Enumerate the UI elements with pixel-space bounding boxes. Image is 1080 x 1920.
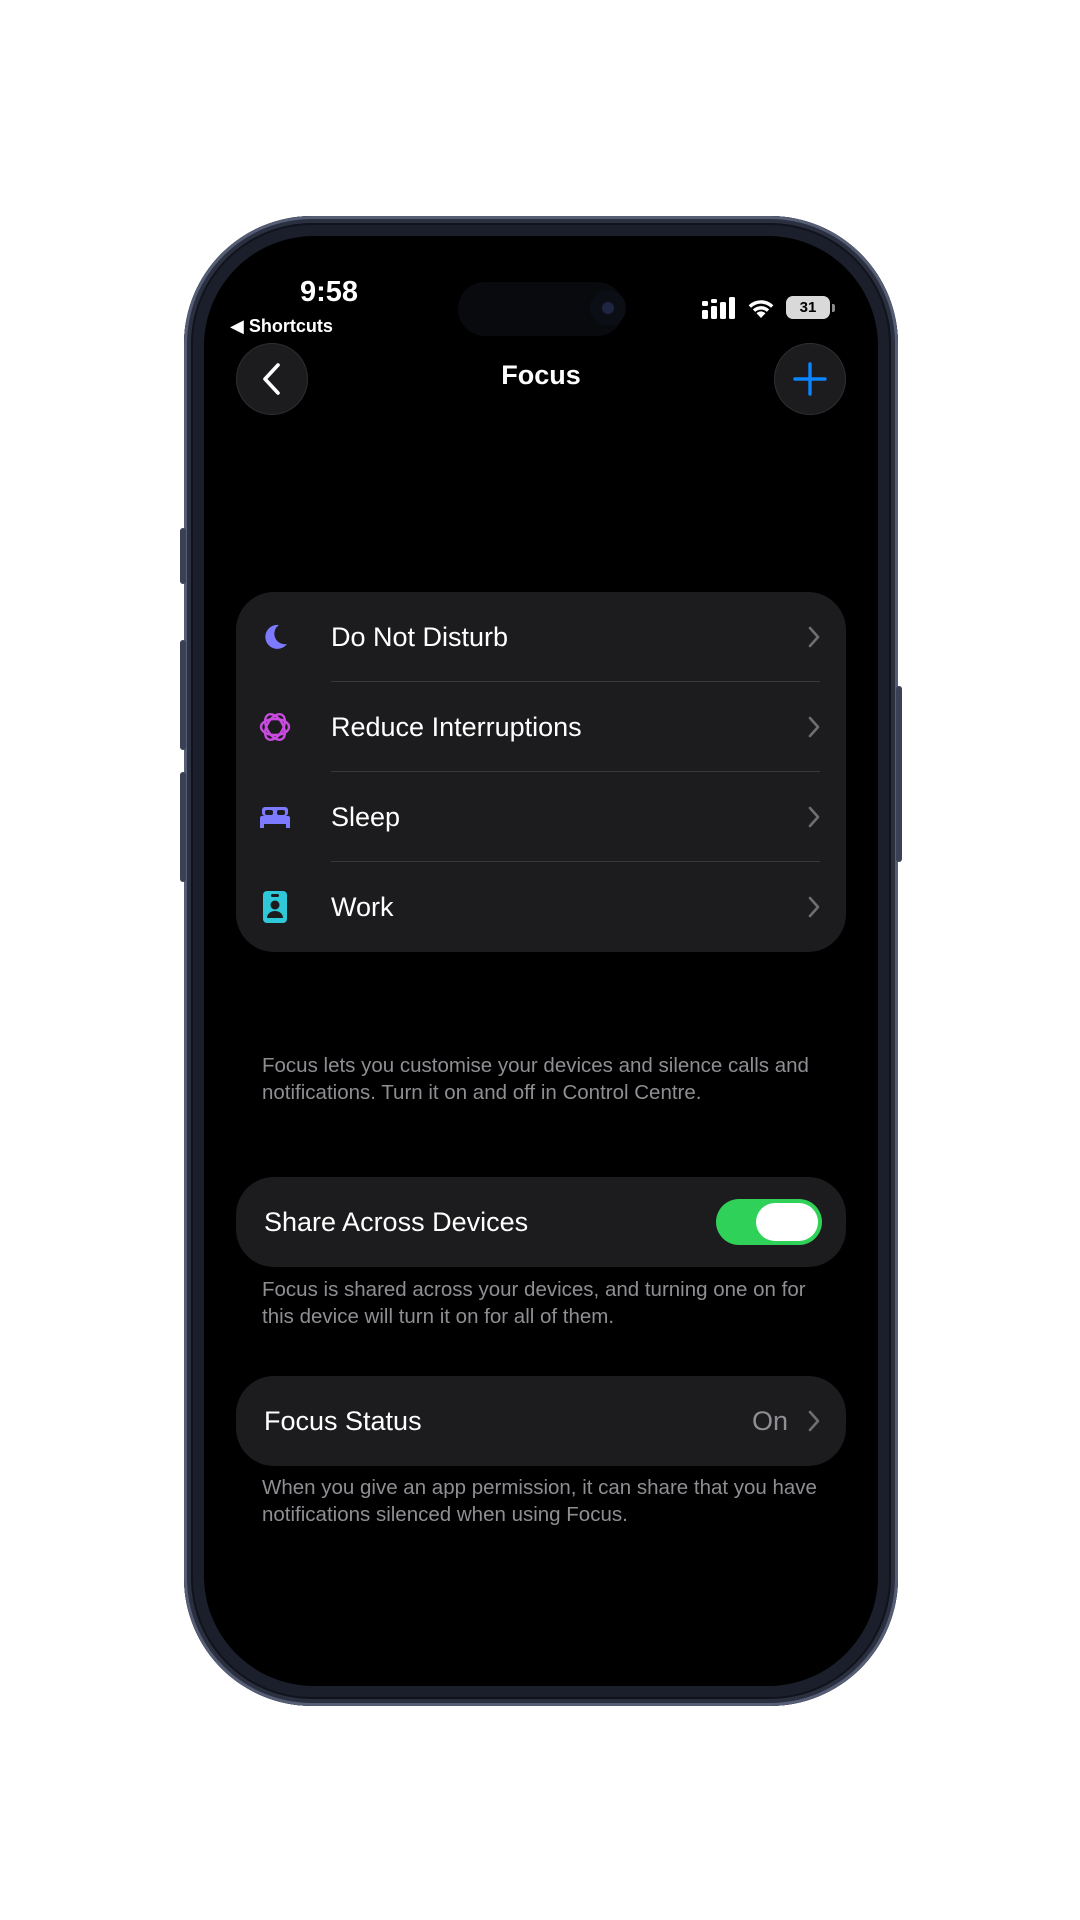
volume-down-button [180,772,186,882]
wifi-icon [748,299,774,318]
camera-icon [590,290,626,326]
volume-up-button [180,640,186,750]
toggle-knob [756,1203,818,1241]
list-item-label: Sleep [331,801,401,832]
battery-icon: 31 [786,296,835,319]
focus-status-value: On [751,1405,788,1436]
share-label: Share Across Devices [264,1206,529,1237]
status-icons: 31 [702,296,835,319]
chevron-right-icon [808,626,820,648]
moon-icon [258,620,292,654]
list-item-sleep[interactable]: Sleep [236,772,846,862]
bed-icon [258,800,292,834]
screen: 9:58 ◀ Shortcuts 31 Focus Do Not Disturb… [204,236,878,1686]
back-to-app-link[interactable]: ◀ Shortcuts [230,316,333,337]
share-across-devices-cell: Share Across Devices [236,1177,846,1267]
share-across-devices-toggle[interactable] [716,1199,822,1245]
share-footer-text: Focus is shared across your devices, and… [262,1278,806,1328]
focus-status-label: Focus Status [264,1405,422,1436]
action-button [180,528,186,584]
list-item-work[interactable]: Work [236,862,846,952]
list-item-label: Do Not Disturb [331,621,509,652]
focus-status-row[interactable]: Focus Status On [236,1376,846,1466]
chevron-right-icon [808,896,820,918]
focus-status-footer-text: When you give an app permission, it can … [262,1476,817,1526]
list-item-label: Reduce Interruptions [331,711,582,742]
focus-status-cell[interactable]: Focus Status On [236,1376,846,1466]
chevron-right-icon [808,716,820,738]
add-focus-button[interactable] [774,343,846,415]
list-item-label: Work [331,891,394,922]
chevron-right-icon [808,806,820,828]
focus-modes-list: Do Not Disturb Reduce Interruptions Slee… [236,592,846,952]
focus-footer-text: Focus lets you customise your devices an… [262,1054,809,1104]
chevron-right-icon [808,1410,820,1432]
plus-icon [793,362,827,396]
list-item-reduce-interruptions[interactable]: Reduce Interruptions [236,682,846,772]
list-item-do-not-disturb[interactable]: Do Not Disturb [236,592,846,682]
share-across-devices-row: Share Across Devices [236,1177,846,1267]
status-time: 9:58 [300,276,359,308]
interruptions-icon [258,710,292,744]
power-button [896,686,902,862]
id-badge-icon [258,890,292,924]
phone-frame: 9:58 ◀ Shortcuts 31 Focus Do Not Disturb… [180,216,902,1706]
cellular-signal-icon [702,296,735,319]
